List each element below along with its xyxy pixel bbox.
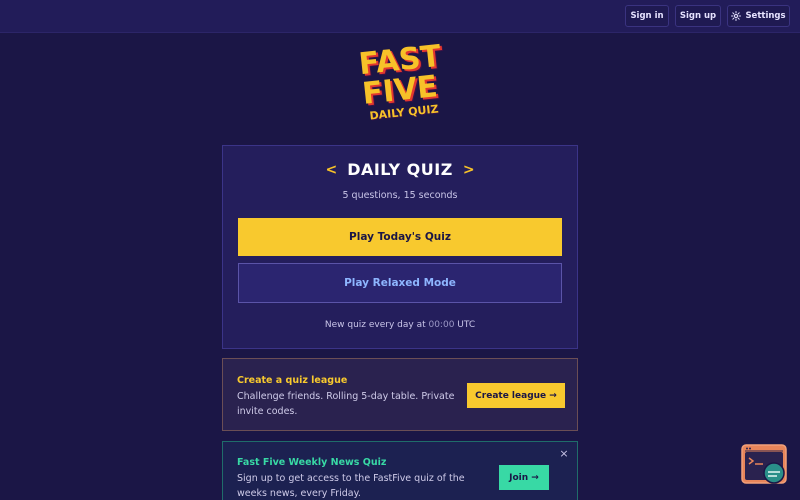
daily-quiz-card: < DAILY QUIZ > 5 questions, 15 seconds P… xyxy=(222,145,578,349)
chevron-left-icon: < xyxy=(325,161,338,178)
league-description: Challenge friends. Rolling 5-day table. … xyxy=(237,391,455,417)
news-description: Sign up to get access to the FastFive qu… xyxy=(237,473,465,499)
settings-button[interactable]: Settings xyxy=(727,5,790,27)
card-subtitle: 5 questions, 15 seconds xyxy=(342,190,458,201)
chevron-right-icon: > xyxy=(462,161,475,178)
sign-up-button[interactable]: Sign up xyxy=(675,5,721,27)
top-bar: Sign in Sign up Settings xyxy=(0,0,800,33)
settings-label: Settings xyxy=(745,11,786,21)
card-title-text: DAILY QUIZ xyxy=(347,160,453,179)
join-button[interactable]: Join → xyxy=(499,465,549,490)
news-heading: Fast Five Weekly News Quiz xyxy=(237,457,387,468)
create-league-button[interactable]: Create league → xyxy=(467,383,565,408)
play-relaxed-mode-button[interactable]: Play Relaxed Mode xyxy=(238,263,562,303)
play-todays-quiz-button[interactable]: Play Today's Quiz xyxy=(238,218,562,256)
schedule-note: New quiz every day at 00:00 UTC xyxy=(223,320,577,330)
league-card: Create a quiz league Challenge friends. … xyxy=(222,358,578,431)
close-icon[interactable]: × xyxy=(558,448,570,460)
schedule-time: 00:00 xyxy=(428,320,455,330)
league-heading: Create a quiz league xyxy=(237,375,348,386)
gear-icon xyxy=(731,11,742,21)
schedule-note-prefix: New quiz every day at xyxy=(324,320,429,330)
schedule-note-suffix: UTC xyxy=(454,320,476,330)
feedback-widget-icon[interactable] xyxy=(741,444,791,486)
card-title: < DAILY QUIZ > xyxy=(223,160,577,179)
fast-five-logo: FAST FIVE DAILY QUIZ xyxy=(350,39,450,128)
sign-in-button[interactable]: Sign in xyxy=(625,5,669,27)
news-quiz-card: Fast Five Weekly News Quiz Sign up to ge… xyxy=(222,441,578,500)
